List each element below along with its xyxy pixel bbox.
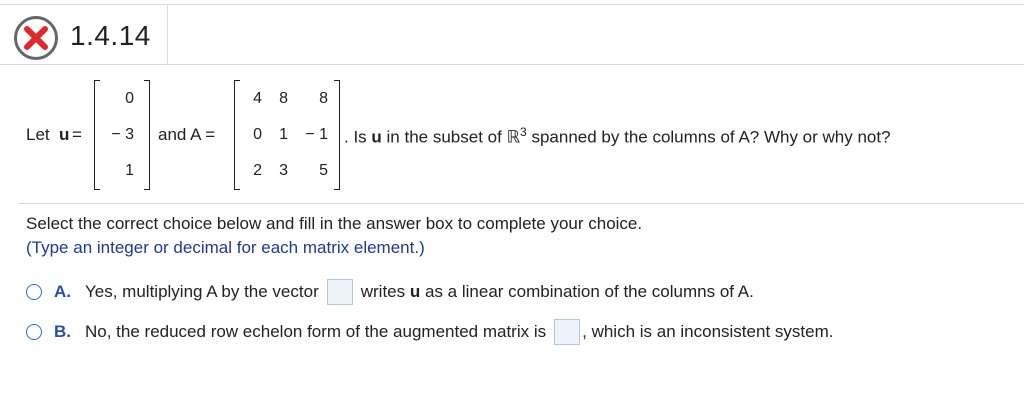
choice-b-text-after: , which is an inconsistent system.	[582, 322, 834, 341]
u-right-bracket	[144, 80, 150, 190]
input-hint: (Type an integer or decimal for each mat…	[26, 238, 425, 257]
choice-b-letter: B.	[54, 322, 71, 341]
a-r1c2: 8	[279, 90, 288, 107]
choice-b-answer-box[interactable]	[554, 319, 581, 345]
choice-a-text-before: Yes, multiplying A by the vector	[85, 282, 319, 301]
problem-statement: Let u = 0 − 3 1 and A = 4 8 8 0 1 − 1 2 …	[0, 80, 1024, 192]
question-text: . Is u in the subset of ℝ3 spanned by th…	[344, 125, 891, 147]
real-numbers-symbol: ℝ	[506, 127, 521, 147]
choice-b-radio[interactable]	[26, 324, 42, 340]
let-label: Let	[26, 125, 50, 144]
question-u-symbol: u	[371, 127, 382, 147]
u-equals: =	[72, 125, 82, 144]
dimension-exponent: 3	[520, 125, 527, 139]
u-symbol: u	[59, 125, 70, 144]
section-divider	[18, 203, 1024, 204]
u-entry-1: 0	[125, 90, 134, 107]
choice-a-letter: A.	[54, 282, 71, 301]
choice-a-answer-box[interactable]	[326, 279, 353, 305]
a-r2c2: 1	[279, 126, 288, 143]
choice-a[interactable]: A. Yes, multiplying A by the vector writ…	[26, 277, 754, 307]
choice-a-radio[interactable]	[26, 284, 42, 300]
a-r2c3: − 1	[305, 126, 328, 143]
u-entry-3: 1	[125, 162, 134, 179]
a-r3c2: 3	[279, 162, 288, 179]
question-number: 1.4.14	[70, 20, 151, 51]
a-r1c3: 8	[319, 90, 328, 107]
incorrect-status-badge	[14, 16, 58, 60]
choice-b-text-before: No, the reduced row echelon form of the …	[85, 322, 547, 341]
x-mark-icon	[24, 26, 48, 50]
header-divider	[0, 64, 1024, 65]
instructions-text: Select the correct choice below and fill…	[26, 214, 643, 233]
choice-a-text-after: writes u as a linear combination of the …	[360, 282, 754, 301]
u-left-bracket	[94, 80, 100, 190]
question-header: 1.4.14	[6, 5, 168, 65]
a-r3c3: 5	[319, 162, 328, 179]
and-a-label: and A =	[158, 125, 216, 144]
u-entry-2: − 3	[111, 126, 134, 143]
choice-b[interactable]: B. No, the reduced row echelon form of t…	[26, 317, 833, 347]
a-right-bracket	[334, 80, 340, 190]
